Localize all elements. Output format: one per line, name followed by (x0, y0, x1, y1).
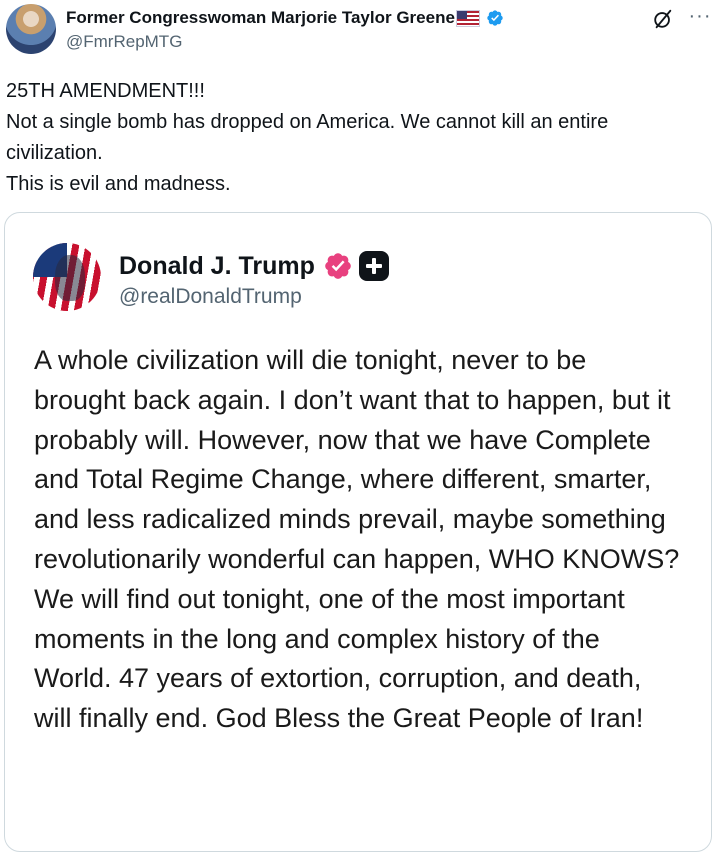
quoted-post-card[interactable]: Donald J. Trump @realDonaldTrump A whole… (4, 212, 712, 852)
post-text-line: Not a single bomb has dropped on America… (6, 111, 614, 164)
post-text: 25TH AMENDMENT!!! Not a single bomb has … (6, 76, 696, 200)
author-block: Former Congresswoman Marjorie Taylor Gre… (66, 6, 626, 52)
more-options-icon[interactable]: ··· (688, 6, 712, 30)
post-text-line: 25TH AMENDMENT!!! (6, 80, 205, 102)
plus-badge-icon (358, 251, 389, 281)
quoted-author-name[interactable]: Donald J. Trump (119, 252, 315, 281)
post-text-line: This is evil and madness. (6, 173, 231, 195)
quoted-author-name-row: Donald J. Trump (119, 249, 389, 283)
author-handle[interactable]: @FmrRepMTG (66, 32, 626, 52)
author-name-row: Former Congresswoman Marjorie Taylor Gre… (66, 6, 626, 30)
us-flag-icon (455, 9, 480, 27)
author-name[interactable]: Former Congresswoman Marjorie Taylor Gre… (66, 8, 455, 28)
quoted-author-block: Donald J. Trump @realDonaldTrump (119, 249, 389, 309)
quoted-verified-badge-icon (325, 253, 351, 279)
quoted-author-handle[interactable]: @realDonaldTrump (119, 285, 389, 309)
verified-badge-icon (487, 10, 503, 26)
grok-icon[interactable] (652, 8, 674, 30)
quoted-post-text: A whole civilization will die tonight, n… (34, 345, 687, 734)
post-header: Former Congresswoman Marjorie Taylor Gre… (6, 4, 714, 60)
quoted-author-avatar[interactable] (33, 243, 101, 311)
author-avatar[interactable] (6, 4, 56, 54)
